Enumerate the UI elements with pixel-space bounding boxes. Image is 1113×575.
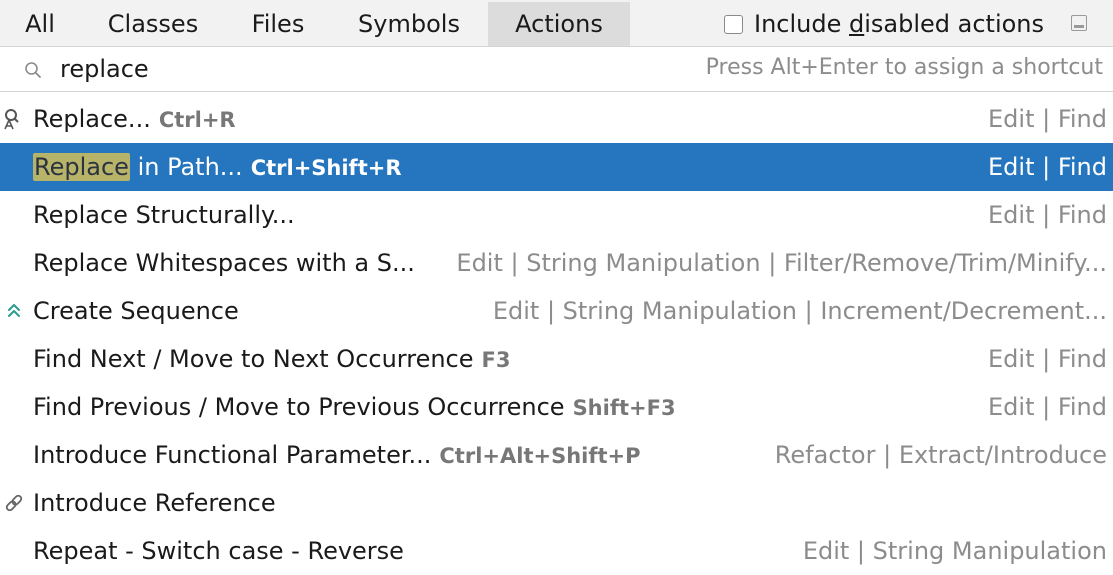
result-label: Find Next / Move to Next Occurrence F3 — [33, 335, 511, 383]
result-group: Edit | Find — [988, 201, 1107, 229]
result-label: Replace... Ctrl+R — [33, 95, 236, 143]
result-row-replace[interactable]: Replace... Ctrl+R Edit | Find — [0, 95, 1113, 143]
search-input[interactable] — [60, 53, 660, 85]
search-bar: Press Alt+Enter to assign a shortcut — [0, 47, 1113, 92]
result-label: Introduce Reference — [33, 479, 276, 527]
result-label: Replace in Path... Ctrl+Shift+R — [33, 143, 402, 191]
tab-symbols[interactable]: Symbols — [330, 2, 488, 46]
replace-icon — [4, 109, 19, 130]
link-icon — [5, 494, 23, 512]
result-label: Repeat - Switch case - Reverse — [33, 527, 404, 575]
result-label: Replace Whitespaces with a S... — [33, 239, 415, 287]
include-disabled-actions-option[interactable]: Include disabled actions — [724, 10, 1044, 38]
tab-files[interactable]: Files — [226, 2, 330, 46]
result-name: Replace Whitespaces with a S... — [33, 249, 415, 277]
search-everywhere-popup: All Classes Files Symbols Actions Includ… — [0, 0, 1113, 573]
result-name: Introduce Functional Parameter... — [33, 441, 432, 469]
result-group: Edit | Find — [988, 393, 1107, 421]
search-match-highlight: Replace — [33, 153, 130, 181]
result-row-find-previous[interactable]: Find Previous / Move to Previous Occurre… — [0, 383, 1113, 431]
result-name: in Path... — [129, 153, 243, 181]
result-group: Edit | Find — [988, 153, 1107, 181]
result-name: Find Next / Move to Next Occurrence — [33, 345, 474, 373]
result-name: Repeat - Switch case - Reverse — [33, 537, 404, 565]
result-label: Replace Structurally... — [33, 191, 295, 239]
result-group: Edit | Find — [988, 105, 1107, 133]
result-group: Edit | String Manipulation | Filter/Remo… — [456, 249, 1107, 277]
result-row-introduce-functional-parameter[interactable]: Introduce Functional Parameter... Ctrl+Al… — [0, 431, 1113, 479]
include-disabled-label-prefix: Include — [754, 10, 849, 38]
result-name: Find Previous / Move to Previous Occurre… — [33, 393, 565, 421]
result-shortcut: Shift+F3 — [572, 396, 676, 420]
result-group: Edit | String Manipulation — [802, 537, 1107, 565]
result-name: Create Sequence — [33, 297, 239, 325]
result-group: Edit | Find — [988, 345, 1107, 373]
results-list[interactable]: Replace... Ctrl+R Edit | Find Replace in … — [0, 95, 1113, 573]
double-chevron-up-icon — [8, 304, 20, 317]
search-icon — [25, 62, 41, 78]
result-row-replace-structurally[interactable]: Replace Structurally... Edit | Find — [0, 191, 1113, 239]
result-label: Find Previous / Move to Previous Occurre… — [33, 383, 676, 431]
result-row-introduce-reference[interactable]: Introduce Reference — [0, 479, 1113, 527]
result-label: Introduce Functional Parameter... Ctrl+Al… — [33, 431, 641, 479]
result-row-replace-whitespaces[interactable]: Replace Whitespaces with a S... Edit | S… — [0, 239, 1113, 287]
assign-shortcut-hint: Press Alt+Enter to assign a shortcut — [705, 55, 1103, 80]
result-name: Introduce Reference — [33, 489, 276, 517]
result-row-repeat-switch-case[interactable]: Repeat - Switch case - Reverse Edit | St… — [0, 527, 1113, 575]
include-disabled-checkbox[interactable] — [724, 14, 743, 34]
result-shortcut: Ctrl+Alt+Shift+P — [439, 444, 641, 468]
result-row-find-next[interactable]: Find Next / Move to Next Occurrence F3 Ed… — [0, 335, 1113, 383]
result-label: Create Sequence — [33, 287, 239, 335]
result-name: Replace... — [33, 105, 151, 133]
include-disabled-label-suffix: isabled actions — [864, 10, 1045, 38]
result-shortcut: Ctrl+R — [158, 108, 236, 132]
result-row-create-sequence[interactable]: Create Sequence Edit | String Manipulati… — [0, 287, 1113, 335]
tab-bar: All Classes Files Symbols Actions Includ… — [0, 0, 1113, 47]
include-disabled-label-mnemonic: d — [849, 10, 865, 38]
tab-classes[interactable]: Classes — [80, 2, 226, 46]
result-shortcut: F3 — [481, 348, 511, 372]
result-name: Replace Structurally... — [33, 201, 295, 229]
include-disabled-label: Include disabled actions — [754, 10, 1044, 38]
result-shortcut: Ctrl+Shift+R — [250, 156, 402, 180]
result-group: Refactor | Extract/Introduce — [774, 441, 1107, 469]
pin-window-icon[interactable] — [1071, 15, 1087, 31]
result-group: Edit | String Manipulation | Increment/D… — [492, 297, 1107, 325]
tab-actions[interactable]: Actions — [488, 2, 630, 46]
tab-all[interactable]: All — [0, 2, 80, 46]
result-row-replace-in-path[interactable]: Replace in Path... Ctrl+Shift+R Edit | Fi… — [0, 143, 1113, 191]
